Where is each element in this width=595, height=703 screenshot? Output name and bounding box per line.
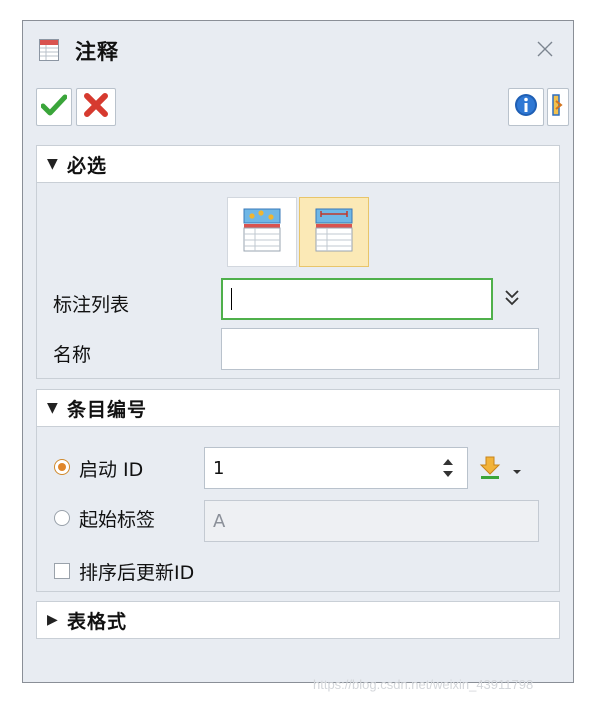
start-id-value: 1 [213, 457, 225, 479]
dropdown-arrow-icon[interactable] [512, 461, 522, 480]
dimension-table-tile[interactable] [299, 197, 369, 267]
balloon-table-tile[interactable] [227, 197, 297, 267]
start-id-input[interactable]: 1 [204, 447, 468, 489]
cancel-button[interactable] [76, 88, 116, 126]
section-header-item-number[interactable]: ▼ 条目编号 [36, 389, 560, 427]
annotation-list-label: 标注列表 [53, 294, 130, 316]
expand-triangle-icon: ▼ [47, 156, 58, 172]
text-caret [231, 288, 232, 310]
dimension-table-icon [315, 208, 353, 256]
sort-update-checkbox[interactable] [54, 563, 70, 579]
x-icon [83, 92, 109, 122]
watermark-text: https://blog.csdn.net/weixin_43911798 [313, 677, 534, 692]
name-label: 名称 [53, 344, 92, 366]
annotation-list-input[interactable] [221, 278, 493, 320]
section-header-table-format[interactable]: ▶ 表格式 [36, 601, 560, 639]
collapse-button[interactable] [547, 88, 569, 126]
dialog-title: 注释 [75, 40, 119, 64]
collapsed-triangle-icon: ▶ [47, 612, 58, 628]
start-id-label: 启动 ID [79, 459, 144, 481]
info-button[interactable] [508, 88, 544, 126]
info-icon [514, 93, 538, 121]
name-input[interactable] [221, 328, 539, 370]
section-label-item-number: 条目编号 [67, 398, 148, 421]
start-label-label: 起始标签 [79, 509, 156, 531]
start-id-radio[interactable] [54, 459, 70, 475]
section-label-required: 必选 [67, 154, 108, 177]
table-icon [39, 39, 59, 65]
start-label-radio[interactable] [54, 510, 70, 526]
spinner-arrows-icon[interactable] [441, 457, 455, 483]
checkmark-icon [40, 94, 68, 120]
expand-triangle-icon: ▼ [47, 400, 58, 416]
section-label-table-format: 表格式 [67, 610, 128, 633]
double-chevron-down-icon[interactable] [502, 287, 522, 313]
close-icon[interactable] [531, 35, 559, 63]
sort-update-label: 排序后更新ID [79, 562, 195, 584]
start-label-input: A [204, 500, 539, 542]
start-label-value: A [213, 510, 226, 532]
download-arrow-icon[interactable] [478, 455, 502, 485]
ok-button[interactable] [36, 88, 72, 126]
balloon-table-icon [243, 208, 281, 256]
section-header-required[interactable]: ▼ 必选 [36, 145, 560, 183]
dialog-titlebar: 注释 [23, 21, 573, 79]
chevron-right-icon [552, 94, 564, 120]
annotation-dialog: 注释 ▼ 必选 标注列表 名称 ▼ 条目编号 启动 ID 1 起始标签 A 排序… [22, 20, 574, 683]
